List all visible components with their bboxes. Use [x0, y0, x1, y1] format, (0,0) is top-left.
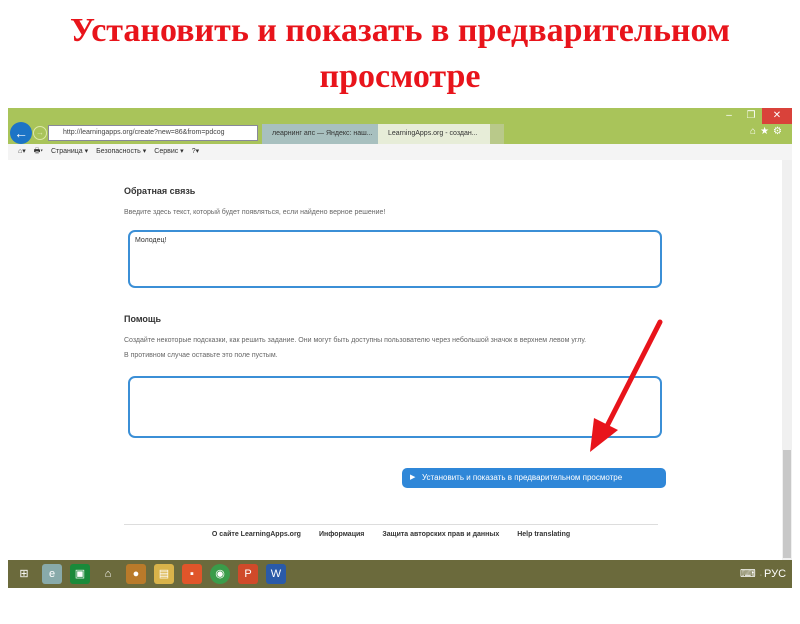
red-arrow-annotation	[590, 319, 663, 452]
clock-date[interactable]: 06.01.2017	[764, 604, 800, 624]
